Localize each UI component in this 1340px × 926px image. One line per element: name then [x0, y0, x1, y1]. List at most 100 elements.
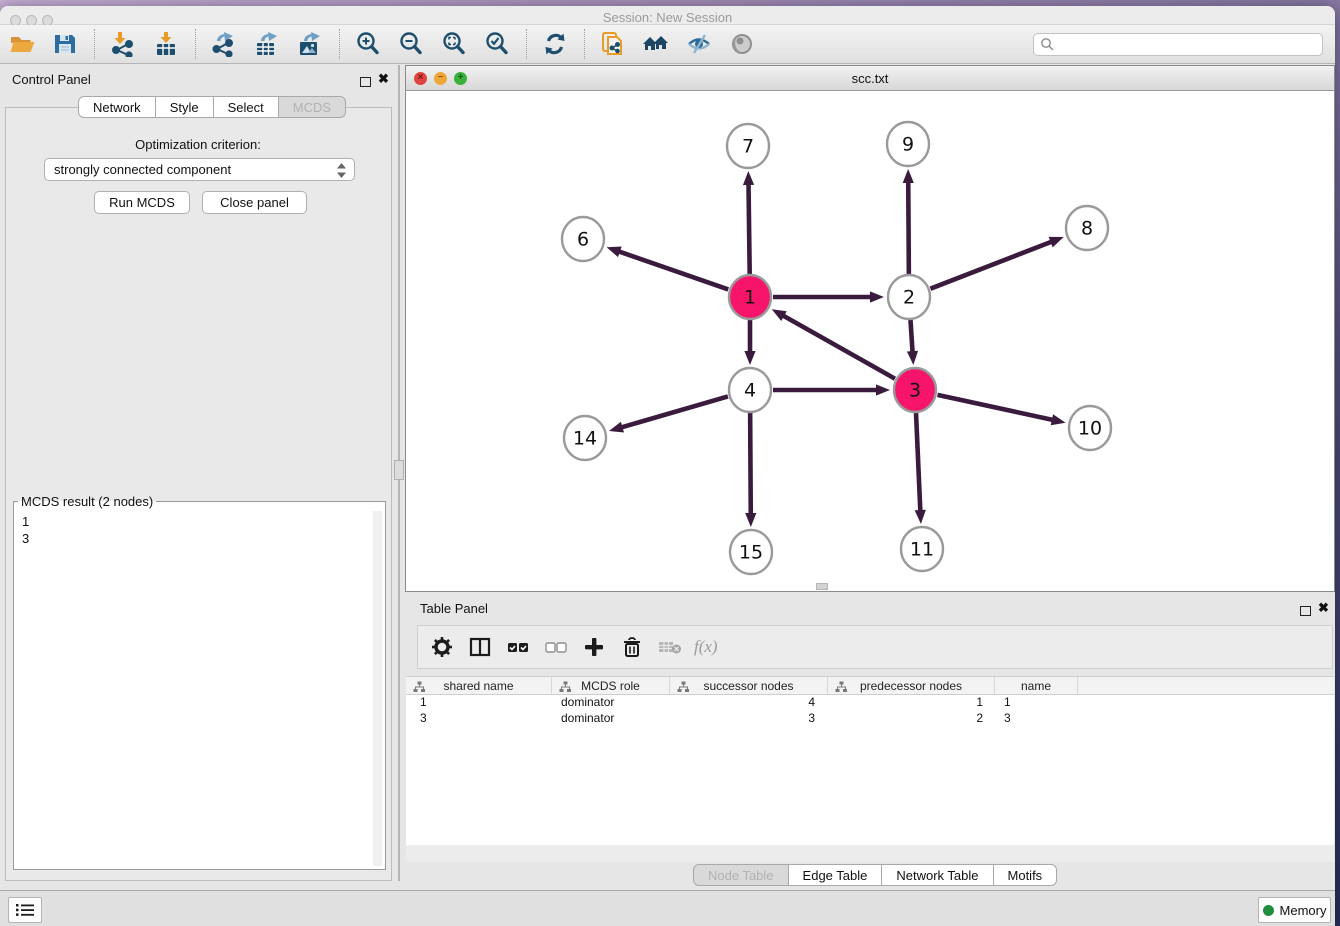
task-history-button[interactable] — [8, 897, 42, 923]
result-scrollbar[interactable] — [373, 511, 382, 866]
table-float-icon[interactable] — [1300, 603, 1311, 621]
hide-details-icon — [686, 31, 712, 57]
tab-edge-table[interactable]: Edge Table — [789, 864, 883, 886]
tab-style[interactable]: Style — [156, 96, 214, 118]
import-table-button[interactable] — [152, 30, 180, 58]
hide-details-button[interactable] — [685, 30, 713, 58]
graph-edge-arrowhead — [876, 384, 890, 395]
columns-icon — [469, 636, 491, 658]
splitter-handle[interactable] — [394, 460, 404, 480]
select-all-button[interactable] — [504, 633, 532, 661]
network-window-title: scc.txt — [406, 71, 1334, 86]
clone-network-icon — [600, 31, 626, 57]
graph-edge-arrowhead — [745, 513, 756, 527]
graph-node-label: 3 — [909, 380, 921, 402]
close-panel-icon[interactable]: ✖ — [378, 71, 389, 87]
zoom-out-button[interactable] — [397, 30, 425, 58]
graph-node-label: 11 — [910, 539, 934, 561]
clone-network-button[interactable] — [599, 30, 627, 58]
fit-content-button[interactable] — [440, 30, 468, 58]
search-input[interactable] — [1033, 33, 1323, 56]
close-panel-button[interactable]: Close panel — [202, 191, 307, 214]
criterion-select[interactable]: strongly connected component — [44, 158, 355, 181]
column-header-mcds-role[interactable]: MCDS role — [552, 677, 670, 694]
node-table: shared name MCDS role successor nodes — [406, 676, 1334, 845]
graph-edge[interactable] — [748, 182, 749, 274]
graph-edge[interactable] — [910, 320, 912, 354]
function-builder-button[interactable]: f(x) — [694, 637, 718, 657]
graph-edge[interactable] — [937, 395, 1054, 420]
graph-edge[interactable] — [930, 241, 1053, 289]
column-header-shared-name[interactable]: shared name — [406, 677, 552, 694]
table-row[interactable]: 1dominator411 — [406, 695, 1334, 711]
memory-button[interactable]: Memory — [1258, 897, 1331, 923]
graph-edge[interactable] — [750, 413, 751, 516]
open-session-button[interactable] — [8, 30, 36, 58]
graph-edge[interactable] — [916, 413, 920, 513]
table-settings-button[interactable] — [428, 633, 456, 661]
table-cell[interactable]: 4 — [670, 695, 828, 711]
deselect-all-button[interactable] — [542, 633, 570, 661]
first-neighbors-button[interactable] — [642, 30, 670, 58]
add-row-button[interactable] — [580, 633, 608, 661]
export-image-button[interactable] — [296, 30, 324, 58]
delete-column-button[interactable] — [656, 633, 684, 661]
float-panel-icon[interactable] — [360, 74, 371, 92]
table-cell[interactable]: dominator — [552, 695, 670, 711]
status-bar: Memory — [0, 890, 1335, 926]
graph-edge[interactable] — [620, 396, 728, 428]
table-body: 1dominator4113dominator323 — [406, 695, 1334, 727]
export-network-button[interactable] — [210, 30, 238, 58]
table-cell[interactable]: 3 — [995, 711, 1078, 727]
table-close-icon[interactable]: ✖ — [1318, 600, 1329, 616]
column-header-successor-nodes[interactable]: successor nodes — [670, 677, 828, 694]
table-cell[interactable]: 3 — [406, 711, 552, 727]
plus-icon — [583, 636, 605, 658]
tab-motifs[interactable]: Motifs — [994, 864, 1058, 886]
unchecked-boxes-icon — [545, 636, 567, 658]
graph-node-label: 2 — [903, 287, 915, 309]
delete-row-button[interactable] — [618, 633, 646, 661]
tab-mcds[interactable]: MCDS — [279, 96, 346, 118]
column-header-name[interactable]: name — [995, 677, 1078, 694]
graph-edge[interactable] — [617, 251, 728, 290]
save-session-button[interactable] — [51, 30, 79, 58]
mcds-result-group: MCDS result (2 nodes) 1 3 — [13, 494, 386, 870]
import-network-button[interactable] — [109, 30, 137, 58]
table-hscroll-area[interactable] — [406, 845, 1334, 862]
table-cell[interactable]: 3 — [670, 711, 828, 727]
tab-node-table[interactable]: Node Table — [693, 864, 789, 886]
graph-edge[interactable] — [908, 180, 909, 274]
export-table-button[interactable] — [253, 30, 281, 58]
show-details-button[interactable] — [728, 30, 756, 58]
fit-content-icon — [441, 31, 467, 57]
apply-layout-button[interactable] — [541, 30, 569, 58]
toolbar-separator — [195, 29, 196, 59]
zoom-in-icon — [355, 31, 381, 57]
network-canvas[interactable]: 7968124314101511 — [406, 91, 1334, 591]
table-cell[interactable]: 1 — [828, 695, 995, 711]
graph-edge-arrowhead — [1051, 414, 1066, 425]
canvas-scroll-thumb[interactable] — [816, 583, 828, 590]
graph-edge[interactable] — [781, 315, 895, 379]
table-cell[interactable]: 1 — [995, 695, 1078, 711]
memory-label: Memory — [1280, 903, 1327, 918]
mcds-result-text[interactable]: 1 3 — [16, 511, 373, 867]
table-cell[interactable]: 2 — [828, 711, 995, 727]
zoom-selected-button[interactable] — [483, 30, 511, 58]
table-cell[interactable]: 1 — [406, 695, 552, 711]
table-row[interactable]: 3dominator323 — [406, 711, 1334, 727]
column-header-predecessor-nodes[interactable]: predecessor nodes — [828, 677, 995, 694]
run-mcds-button[interactable]: Run MCDS — [94, 191, 190, 214]
show-columns-button[interactable] — [466, 633, 494, 661]
table-cell[interactable]: dominator — [552, 711, 670, 727]
search-field[interactable] — [1055, 36, 1322, 54]
graph-edge-arrowhead — [744, 351, 755, 365]
network-graph[interactable]: 7968124314101511 — [406, 91, 1334, 591]
column-type-icon — [413, 681, 426, 693]
tab-select[interactable]: Select — [214, 96, 279, 118]
column-type-icon — [559, 681, 572, 693]
tab-network[interactable]: Network — [78, 96, 156, 118]
tab-network-table[interactable]: Network Table — [882, 864, 993, 886]
zoom-in-button[interactable] — [354, 30, 382, 58]
